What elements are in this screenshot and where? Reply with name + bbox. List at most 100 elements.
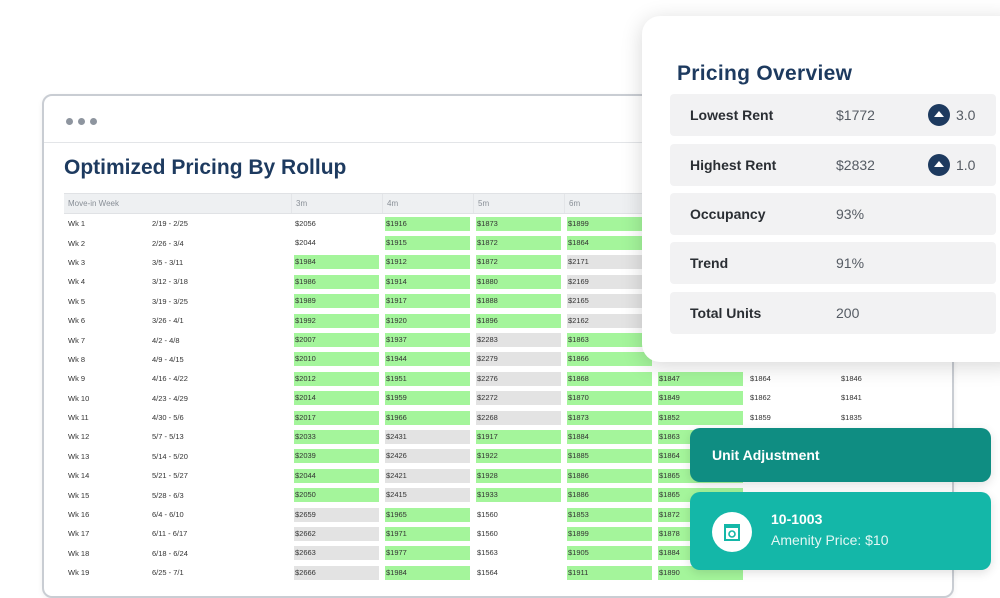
price-cell[interactable]: $1864 xyxy=(747,372,838,386)
price-cell[interactable]: $1873 xyxy=(474,216,565,231)
price-cell[interactable]: $2272 xyxy=(474,391,565,406)
price-cell[interactable]: $1905 xyxy=(565,546,656,561)
price-cell[interactable]: $2010 xyxy=(292,352,383,367)
price-cell[interactable]: $1912 xyxy=(383,255,474,270)
week-cell: Wk 14 xyxy=(68,471,90,481)
table-row[interactable]: Wk 11 4/30 - 5/6 $2017 $1966 $2268 $1873 $1852… xyxy=(64,408,944,427)
week-cell: Wk 3 xyxy=(68,257,86,267)
column-header-move-in-week[interactable]: Move-in Week xyxy=(64,194,292,213)
price-cell[interactable]: $1916 xyxy=(383,216,474,231)
price-cell[interactable]: $1920 xyxy=(383,313,474,328)
price-cell[interactable]: $1853 xyxy=(565,507,656,522)
price-cell[interactable]: $1560 xyxy=(474,508,565,522)
price-cell[interactable]: $1868 xyxy=(565,371,656,386)
price-cell[interactable]: $2279 xyxy=(474,352,565,367)
window-menu-dots-icon[interactable] xyxy=(66,118,97,125)
overview-value: 93% xyxy=(836,206,865,222)
price-cell[interactable]: $1944 xyxy=(383,352,474,367)
price-cell[interactable]: $1992 xyxy=(292,313,383,328)
price-cell[interactable]: $1859 xyxy=(747,411,838,425)
price-cell[interactable]: $1880 xyxy=(474,274,565,289)
unit-adjustment-header[interactable]: Unit Adjustment xyxy=(690,428,991,482)
price-cell[interactable]: $1914 xyxy=(383,274,474,289)
price-cell[interactable]: $1915 xyxy=(383,236,474,251)
price-cell[interactable]: $2662 xyxy=(292,526,383,541)
price-cell[interactable]: $1888 xyxy=(474,294,565,309)
price-cell[interactable]: $1899 xyxy=(565,526,656,541)
price-cell[interactable]: $2421 xyxy=(383,468,474,483)
price-cell[interactable]: $1884 xyxy=(565,429,656,444)
price-cell[interactable]: $1917 xyxy=(383,294,474,309)
price-cell[interactable]: $1922 xyxy=(474,449,565,464)
column-header-4m[interactable]: 4m xyxy=(383,194,474,213)
price-cell[interactable]: $1911 xyxy=(565,565,656,580)
price-cell[interactable]: $1937 xyxy=(383,333,474,348)
price-cell[interactable]: $1847 xyxy=(656,371,747,386)
price-cell[interactable]: $2014 xyxy=(292,391,383,406)
price-cell[interactable]: $2415 xyxy=(383,488,474,503)
price-cell[interactable]: $1841 xyxy=(838,391,929,405)
price-cell[interactable]: $1984 xyxy=(383,565,474,580)
week-cell: Wk 4 xyxy=(68,277,86,287)
price-cell[interactable]: $2056 xyxy=(292,217,383,231)
price-cell[interactable]: $1896 xyxy=(474,313,565,328)
price-cell[interactable]: $2276 xyxy=(474,371,565,386)
price-cell[interactable]: $1872 xyxy=(474,255,565,270)
price-cell[interactable]: $2666 xyxy=(292,565,383,580)
price-cell[interactable]: $2663 xyxy=(292,546,383,561)
price-cell[interactable]: $2044 xyxy=(292,236,383,250)
date-range-cell: 2/19 - 2/25 xyxy=(152,219,188,229)
price-cell[interactable]: $1951 xyxy=(383,371,474,386)
price-cell[interactable]: $1886 xyxy=(565,468,656,483)
price-cell[interactable]: $1933 xyxy=(474,488,565,503)
price-cell[interactable]: $2050 xyxy=(292,488,383,503)
price-cell[interactable]: $2268 xyxy=(474,410,565,425)
overview-title: Pricing Overview xyxy=(677,62,853,85)
price-cell[interactable]: $1965 xyxy=(383,507,474,522)
price-cell[interactable]: $2283 xyxy=(474,333,565,348)
price-cell[interactable]: $1563 xyxy=(474,546,565,560)
price-cell[interactable]: $2017 xyxy=(292,410,383,425)
price-cell[interactable]: $1564 xyxy=(474,566,565,580)
price-cell[interactable]: $1977 xyxy=(383,546,474,561)
price-cell[interactable]: $2007 xyxy=(292,333,383,348)
price-cell[interactable]: $2426 xyxy=(383,449,474,464)
overview-row-total-units: Total Units 200 xyxy=(670,292,996,334)
price-cell[interactable]: $2659 xyxy=(292,507,383,522)
price-cell[interactable]: $1986 xyxy=(292,274,383,289)
price-cell[interactable]: $2044 xyxy=(292,468,383,483)
price-cell[interactable]: $1852 xyxy=(656,410,747,425)
price-cell[interactable]: $1928 xyxy=(474,468,565,483)
column-header-5m[interactable]: 5m xyxy=(474,194,565,213)
date-range-cell: 6/18 - 6/24 xyxy=(152,548,188,558)
price-cell[interactable]: $1560 xyxy=(474,527,565,541)
price-cell[interactable]: $1846 xyxy=(838,372,929,386)
unit-adjustment-item[interactable]: 10-1003 Amenity Price: $10 xyxy=(690,492,991,570)
price-cell[interactable]: $2033 xyxy=(292,429,383,444)
price-cell[interactable]: $2039 xyxy=(292,449,383,464)
price-cell[interactable]: $1849 xyxy=(656,391,747,406)
price-cell[interactable]: $2012 xyxy=(292,371,383,386)
price-cell[interactable]: $1966 xyxy=(383,410,474,425)
week-cell: Wk 18 xyxy=(68,548,90,558)
column-header-3m[interactable]: 3m xyxy=(292,194,383,213)
price-cell[interactable]: $2431 xyxy=(383,429,474,444)
price-cell[interactable]: $1984 xyxy=(292,255,383,270)
price-cell[interactable]: $1971 xyxy=(383,526,474,541)
overview-row-occupancy: Occupancy 93% xyxy=(670,193,996,235)
price-cell[interactable]: $1866 xyxy=(565,352,656,367)
table-row[interactable]: Wk 10 4/23 - 4/29 $2014 $1959 $2272 $1870 $184… xyxy=(64,389,944,408)
week-cell: Wk 15 xyxy=(68,490,90,500)
price-cell[interactable]: $1872 xyxy=(474,236,565,251)
price-cell[interactable]: $1886 xyxy=(565,488,656,503)
price-cell[interactable]: $1885 xyxy=(565,449,656,464)
price-cell[interactable]: $1870 xyxy=(565,391,656,406)
price-cell[interactable]: $1835 xyxy=(838,411,929,425)
price-cell[interactable]: $1989 xyxy=(292,294,383,309)
table-row[interactable]: Wk 9 4/16 - 4/22 $2012 $1951 $2276 $1868 $1847… xyxy=(64,369,944,388)
price-cell[interactable]: $1959 xyxy=(383,391,474,406)
price-cell[interactable]: $1862 xyxy=(747,391,838,405)
price-cell[interactable]: $1873 xyxy=(565,410,656,425)
price-cell[interactable]: $1917 xyxy=(474,429,565,444)
week-cell: Wk 17 xyxy=(68,529,90,539)
